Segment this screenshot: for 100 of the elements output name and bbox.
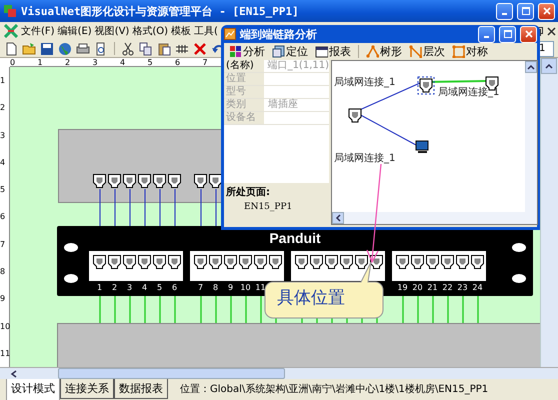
close-icon[interactable] xyxy=(547,26,556,36)
property-name: 位置 xyxy=(224,73,264,85)
toolbar-button[interactable]: 层次 xyxy=(407,44,447,59)
property-value: 端口_1(1,11) xyxy=(266,60,329,72)
port-jack-icon xyxy=(426,254,439,271)
port-number: 8 xyxy=(212,283,218,292)
toolbar-button[interactable]: 对称 xyxy=(450,44,490,59)
port-jack-icon xyxy=(411,254,424,271)
port-jack-icon xyxy=(123,254,136,271)
close-icon xyxy=(542,7,550,15)
open-folder-icon[interactable] xyxy=(22,42,36,56)
port-jack-icon xyxy=(456,254,469,271)
close-button[interactable] xyxy=(520,26,537,42)
port-jack-icon xyxy=(93,254,106,271)
port-jack-icon xyxy=(254,254,267,271)
property-value: 墙插座 xyxy=(267,99,298,111)
menu-item[interactable]: 编辑(E) xyxy=(58,24,92,38)
port-jack-icon xyxy=(396,254,409,271)
window-title: VisualNet图形化设计与资源管理平台 - [EN15_PP1] xyxy=(21,4,300,18)
port-jack-icon xyxy=(153,254,166,271)
ruler-number: 2 xyxy=(0,103,6,112)
chart-icon xyxy=(224,28,236,40)
port-jack-icon xyxy=(295,254,308,271)
print-icon[interactable] xyxy=(76,42,90,56)
port-number: 24 xyxy=(472,283,483,292)
ruler-number: 4 xyxy=(120,58,126,67)
scroll-left-icon[interactable] xyxy=(10,370,18,378)
maximize-icon xyxy=(504,30,512,38)
port-number: 3 xyxy=(126,283,132,292)
menu-item[interactable]: 视图(V) xyxy=(94,24,130,38)
ruler-number: 10 xyxy=(0,322,9,331)
port-jack-icon xyxy=(224,254,237,271)
property-name: (名称) xyxy=(224,60,264,72)
scrollbar[interactable] xyxy=(332,212,525,224)
scroll-thumb[interactable] xyxy=(58,368,285,379)
maximize-button[interactable] xyxy=(499,26,516,42)
globe-icon[interactable] xyxy=(58,42,72,56)
scrollbar[interactable] xyxy=(0,367,558,379)
close-icon xyxy=(524,30,532,38)
outlet-icon[interactable] xyxy=(348,108,362,122)
copy-icon[interactable] xyxy=(139,42,153,56)
port-jack-icon xyxy=(239,254,252,271)
scrollbar[interactable] xyxy=(540,58,558,367)
mounting-hole xyxy=(512,243,526,252)
menu-item[interactable]: 格式(O) xyxy=(132,24,168,38)
port-jack-icon xyxy=(340,254,353,271)
minimize-button[interactable] xyxy=(496,2,513,20)
property-name: 型号 xyxy=(224,86,264,98)
close-button[interactable] xyxy=(538,2,555,20)
ruler-number: 5 xyxy=(0,185,6,194)
toolbar-button[interactable]: 树形 xyxy=(364,44,404,59)
tree-icon xyxy=(366,45,379,58)
ruler-number: 3 xyxy=(0,130,6,140)
toolbar-button[interactable]: 分析 xyxy=(227,44,267,59)
outlet-icon[interactable] xyxy=(418,76,434,94)
port-number: 7 xyxy=(198,283,204,292)
hierarchy-icon xyxy=(409,45,422,58)
maximize-icon xyxy=(522,7,530,15)
maximize-button[interactable] xyxy=(517,2,534,20)
dialog-title: 端到端链路分析 xyxy=(240,26,318,42)
ruler-number: 9 xyxy=(0,294,6,304)
paste-icon[interactable] xyxy=(157,42,171,56)
scrollbar[interactable] xyxy=(525,61,537,212)
scroll-up-button[interactable] xyxy=(541,58,557,74)
port-jack-icon xyxy=(194,254,207,271)
port-jack-icon xyxy=(441,254,454,271)
page-tab[interactable]: 数据报表 xyxy=(114,379,168,399)
toolbar-button[interactable]: 报表 xyxy=(313,44,353,59)
port-number: 20 xyxy=(412,283,423,292)
location-path: 位置：Global\系统架构\亚洲\南宁\岩滩中心\1楼\1楼机房\EN15_PP1 xyxy=(180,382,488,396)
menu-item[interactable]: 文件(F) xyxy=(21,24,55,38)
save-icon[interactable] xyxy=(40,42,54,56)
ruler-number: 7 xyxy=(202,58,208,67)
mounting-hole xyxy=(64,274,78,283)
new-file-icon[interactable] xyxy=(4,42,18,56)
ruler-number: 3 xyxy=(92,58,98,67)
port-number: 23 xyxy=(457,283,468,292)
scroll-up-button[interactable] xyxy=(525,61,537,73)
port-jack-icon xyxy=(108,254,121,271)
table-icon xyxy=(315,45,328,58)
callout-text: 具体位置 xyxy=(277,287,345,309)
page-value: EN15_PP1 xyxy=(243,202,294,212)
minimize-button[interactable] xyxy=(478,26,495,42)
cut-icon[interactable] xyxy=(121,42,135,56)
page-tab[interactable]: 设计模式 xyxy=(6,379,60,400)
scroll-left-button[interactable] xyxy=(332,212,344,224)
computer-icon[interactable] xyxy=(416,140,428,153)
delete-icon[interactable] xyxy=(193,42,207,56)
property-name: 设备名 xyxy=(224,112,264,124)
menu-item[interactable]: 工具( xyxy=(194,24,218,38)
toolbar-button[interactable]: 定位 xyxy=(270,44,310,59)
ruler-number: 1 xyxy=(38,58,43,67)
port-number: 5 xyxy=(156,283,162,292)
port-jack-icon xyxy=(325,254,338,271)
menu-item[interactable]: 模板 xyxy=(171,24,192,38)
port-jack-icon xyxy=(138,254,151,271)
page-tab[interactable]: 连接关系 xyxy=(60,379,114,399)
port-number: 22 xyxy=(442,283,453,292)
ruler-number: 7 xyxy=(0,240,6,249)
port-number: 2 xyxy=(112,283,118,292)
